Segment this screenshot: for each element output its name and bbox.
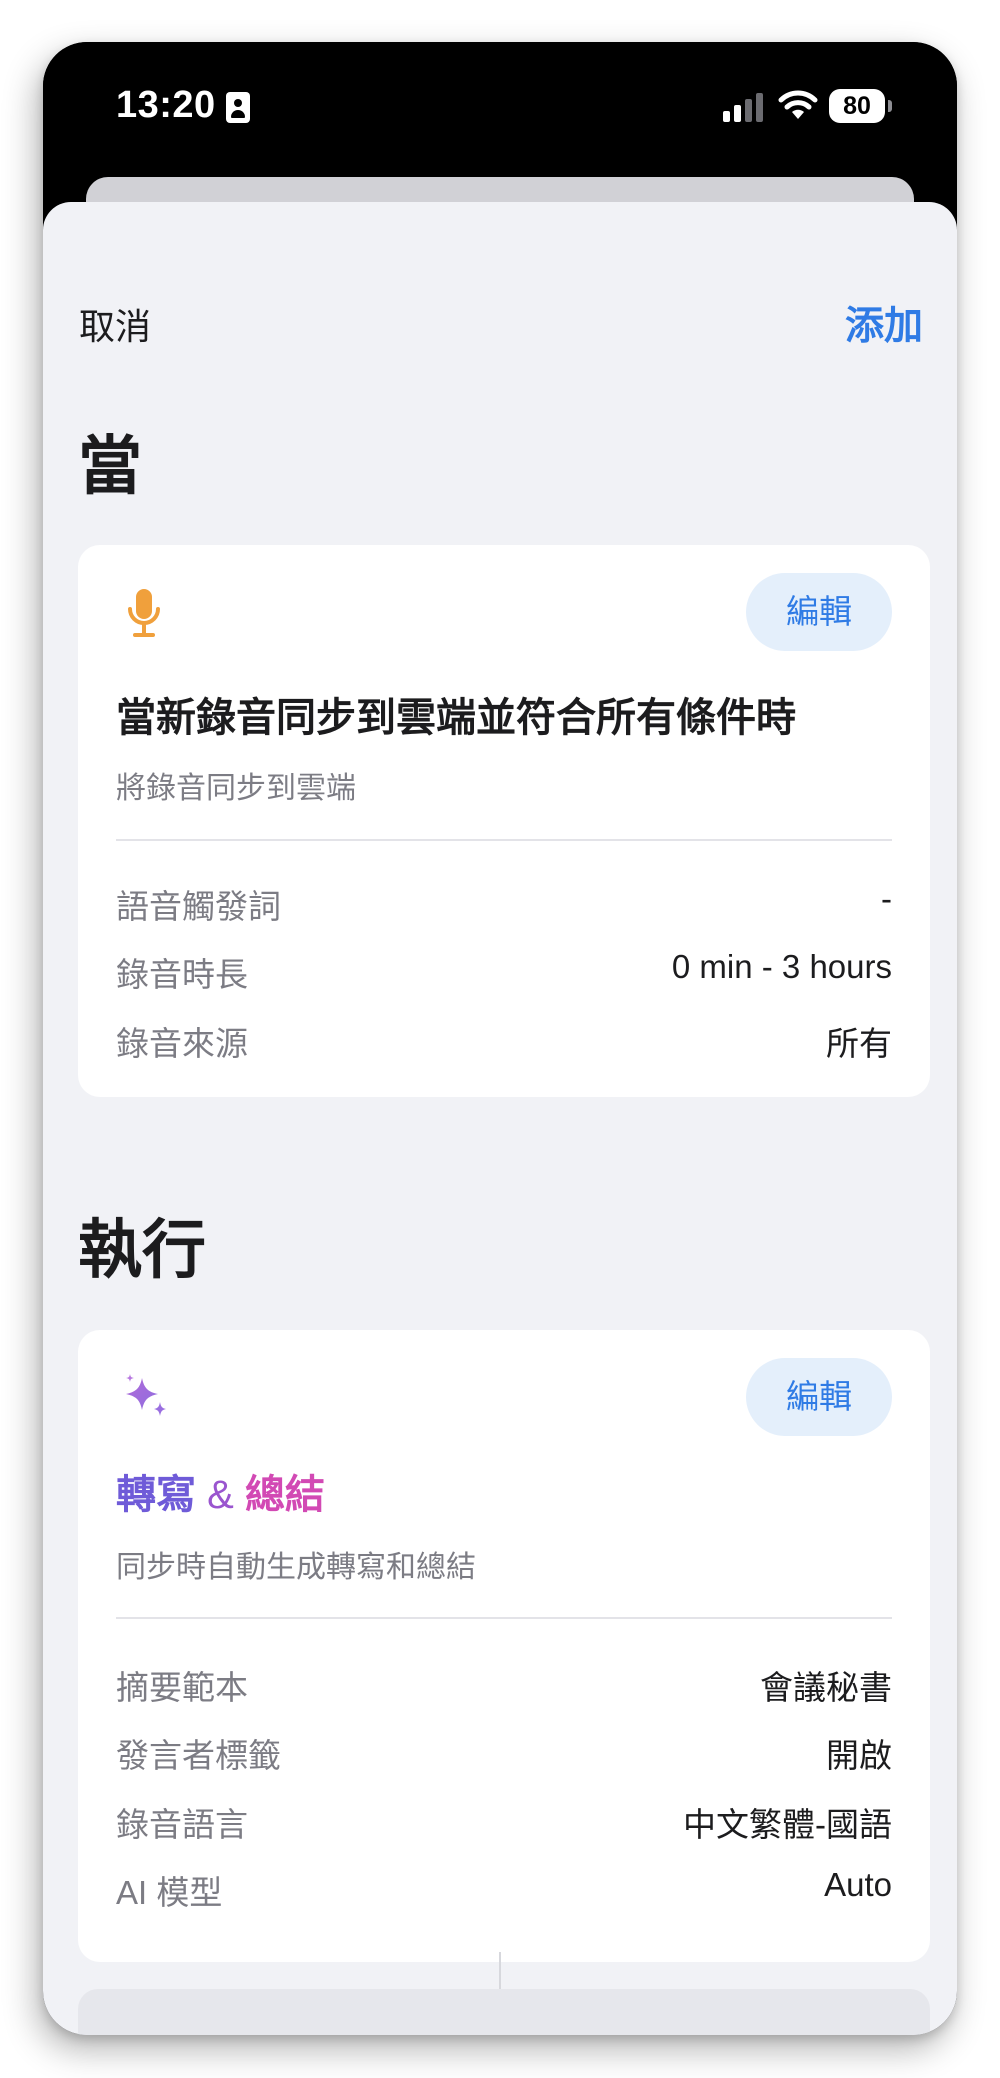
trigger-section-title: 當 bbox=[78, 430, 142, 502]
microphone-icon bbox=[128, 589, 160, 637]
trigger-row-duration: 錄音時長 0 min - 3 hours bbox=[116, 948, 892, 998]
action-row-template: 摘要範本 會議秘書 bbox=[116, 1661, 892, 1711]
battery-tip bbox=[888, 100, 892, 112]
wifi-icon bbox=[778, 90, 818, 119]
card-connector bbox=[499, 1952, 501, 1990]
action-subtitle: 同步時自動生成轉寫和總結 bbox=[116, 1551, 476, 1584]
row-label: 錄音語言 bbox=[116, 1806, 248, 1843]
row-value: 中文繁體-國語 bbox=[683, 1806, 892, 1843]
action-title-summary: 總結 bbox=[244, 1473, 325, 1517]
cellular-signal-icon bbox=[723, 92, 765, 122]
cancel-button[interactable]: 取消 bbox=[79, 298, 151, 350]
trigger-edit-button[interactable]: 編輯 bbox=[746, 573, 892, 651]
row-label: 摘要範本 bbox=[116, 1669, 248, 1706]
contact-card-icon bbox=[226, 92, 250, 123]
sparkles-icon bbox=[126, 1374, 166, 1416]
action-row-ai-model: AI 模型 Auto bbox=[116, 1866, 892, 1916]
row-value: Auto bbox=[824, 1866, 892, 1903]
row-value: 所有 bbox=[826, 1025, 892, 1062]
add-automation-sheet: 取消 添加 當 編輯 當新錄音同步到雲端並符合所有條件時 將錄音同步到雲端 語音… bbox=[43, 202, 957, 2035]
action-divider bbox=[116, 1617, 892, 1619]
trigger-title: 當新錄音同步到雲端並符合所有條件時 bbox=[116, 696, 796, 740]
trigger-subtitle: 將錄音同步到雲端 bbox=[116, 772, 356, 805]
row-label: 發言者標籤 bbox=[116, 1737, 281, 1774]
row-label: 錄音時長 bbox=[116, 956, 248, 993]
next-card-peek bbox=[78, 1989, 930, 2035]
add-button[interactable]: 添加 bbox=[845, 295, 923, 351]
trigger-card: 編輯 當新錄音同步到雲端並符合所有條件時 將錄音同步到雲端 語音觸發詞 - 錄音… bbox=[78, 545, 930, 1097]
phone-frame: 13:20 80 取消 添加 當 編輯 當新錄音同步到雲端並符合所有條件時 將錄… bbox=[43, 42, 957, 2035]
action-title-ampersand: & bbox=[207, 1473, 234, 1517]
row-value: 0 min - 3 hours bbox=[671, 948, 892, 985]
row-value: 會議秘書 bbox=[760, 1669, 892, 1706]
trigger-row-voice-keyword: 語音觸發詞 - bbox=[116, 880, 892, 930]
battery-icon: 80 bbox=[829, 89, 885, 123]
trigger-row-source: 錄音來源 所有 bbox=[116, 1017, 892, 1067]
action-row-language: 錄音語言 中文繁體-國語 bbox=[116, 1798, 892, 1848]
row-value: - bbox=[881, 880, 892, 917]
action-section-title: 執行 bbox=[78, 1214, 206, 1286]
row-label: 語音觸發詞 bbox=[116, 888, 281, 925]
action-title-transcribe: 轉寫 bbox=[116, 1473, 196, 1517]
action-card: 編輯 轉寫 & 總結 同步時自動生成轉寫和總結 摘要範本 會議秘書 發言者標籤 … bbox=[78, 1330, 930, 1962]
row-label: 錄音來源 bbox=[116, 1025, 248, 1062]
trigger-divider bbox=[116, 839, 892, 841]
status-time: 13:20 bbox=[116, 84, 216, 126]
row-value: 開啟 bbox=[826, 1737, 892, 1774]
action-edit-button[interactable]: 編輯 bbox=[746, 1358, 892, 1436]
action-title: 轉寫 & 總結 bbox=[116, 1462, 325, 1520]
action-row-speaker-labels: 發言者標籤 開啟 bbox=[116, 1729, 892, 1779]
row-label: AI 模型 bbox=[116, 1874, 223, 1911]
